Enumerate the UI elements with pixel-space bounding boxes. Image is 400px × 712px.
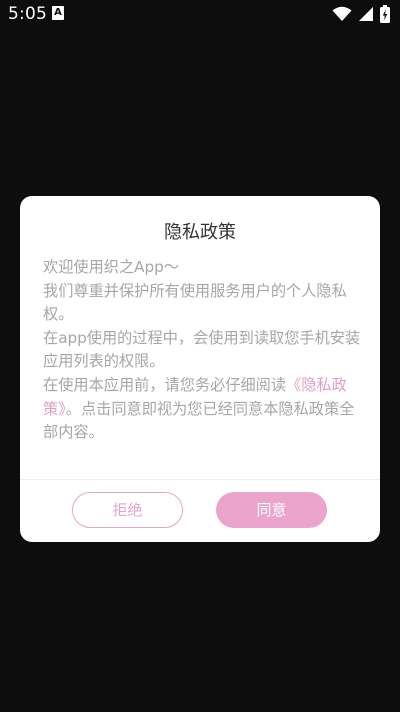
reject-button[interactable]: 拒绝 xyxy=(72,492,183,528)
read-policy-text-before: 在使用本应用前，请您务必仔细阅读 xyxy=(43,375,286,394)
paragraph-read-policy: 在使用本应用前，请您务必仔细阅读《隐私政策》。点击同意即视为您已经同意本隐私政策… xyxy=(43,374,361,445)
notification-a-icon: A xyxy=(52,6,64,20)
privacy-policy-dialog: 隐私政策 欢迎使用织之App～ 我们尊重并保护所有使用服务用户的个人隐私权。 在… xyxy=(20,196,380,542)
dialog-body: 欢迎使用织之App～ 我们尊重并保护所有使用服务用户的个人隐私权。 在app使用… xyxy=(43,256,361,445)
agree-button[interactable]: 同意 xyxy=(216,492,327,528)
paragraph-respect-privacy: 我们尊重并保护所有使用服务用户的个人隐私权。 xyxy=(43,281,347,324)
status-bar: 5:05 A xyxy=(0,0,400,28)
screen: 5:05 A 隐私政策 欢迎使用织之App～ 我们尊重并保护所有使用服务用户的个… xyxy=(0,0,400,712)
status-icons xyxy=(332,4,390,24)
signal-icon xyxy=(358,6,374,22)
dialog-divider xyxy=(20,479,380,480)
paragraph-app-permission: 在app使用的过程中，会使用到读取您手机安装应用列表的权限。 xyxy=(43,328,361,371)
dialog-title: 隐私政策 xyxy=(164,222,236,243)
greeting-text: 欢迎使用织之App～ xyxy=(43,258,179,276)
read-policy-text-after: 。点击同意即视为您已经同意本隐私政策全部内容。 xyxy=(43,399,355,442)
status-time: 5:05 xyxy=(8,4,47,24)
battery-charging-icon xyxy=(380,5,390,23)
wifi-icon xyxy=(332,6,352,22)
